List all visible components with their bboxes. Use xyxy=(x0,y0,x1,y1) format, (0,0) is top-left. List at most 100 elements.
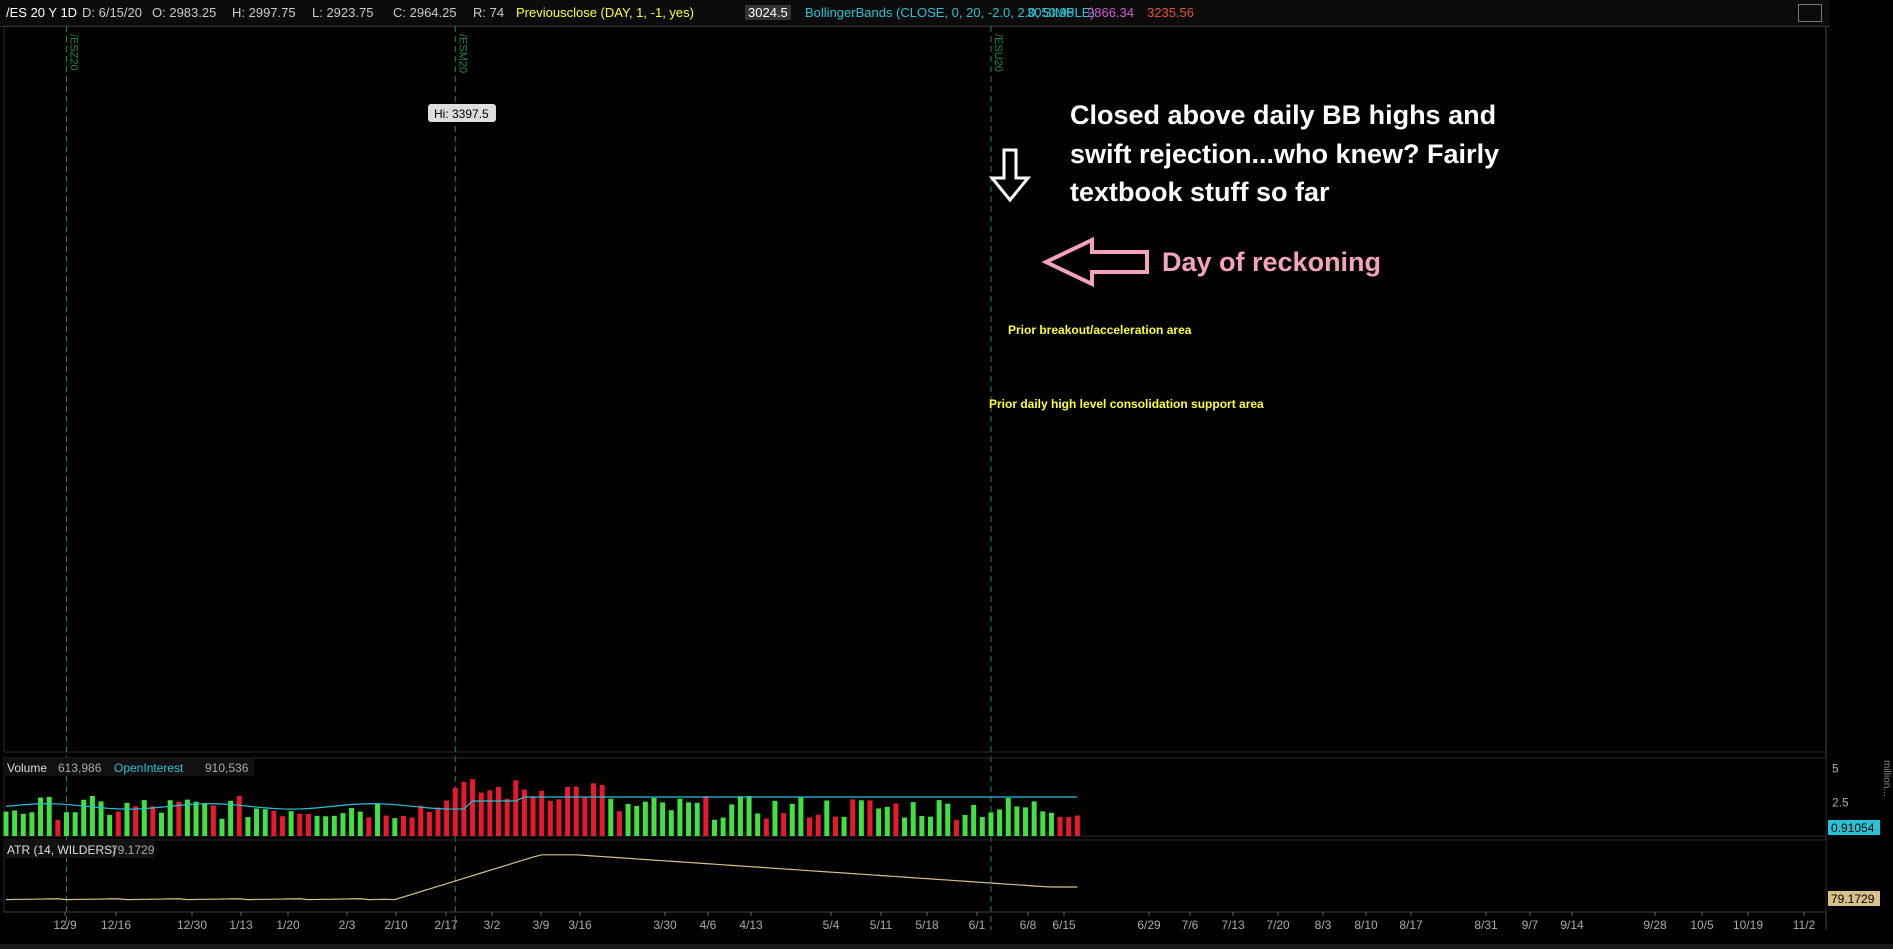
oi-label: OpenInterest xyxy=(114,761,184,775)
volume-bar xyxy=(815,814,821,836)
volume-bar xyxy=(383,815,389,836)
volume-bar xyxy=(1023,807,1029,836)
volume-bar xyxy=(737,796,743,836)
volume-bar xyxy=(858,800,864,836)
volume-bar xyxy=(634,805,640,836)
volume-bar xyxy=(807,817,813,836)
volume-bar xyxy=(314,815,320,836)
volume-bar xyxy=(400,815,406,836)
volume-bar xyxy=(478,792,484,836)
volume-bar xyxy=(686,802,692,836)
volume-bar xyxy=(487,790,493,836)
x-tick-label: 3/9 xyxy=(533,918,550,932)
volume-bar xyxy=(850,799,856,836)
volume-bar xyxy=(824,800,830,836)
volume-bar xyxy=(409,817,415,836)
oi-value: 910,536 xyxy=(205,761,249,775)
x-tick-label: 9/7 xyxy=(1522,918,1539,932)
price-chart[interactable]: 2100220023002400250026002700280029003000… xyxy=(0,0,1893,949)
volume-bar xyxy=(971,804,977,836)
volume-bar xyxy=(426,811,432,836)
volume-bar xyxy=(470,779,476,836)
price-pane-frame xyxy=(3,25,1827,753)
volume-bar xyxy=(1048,812,1054,836)
volume-bar xyxy=(141,800,147,836)
volume-bar xyxy=(435,807,441,836)
volume-bar xyxy=(20,813,26,836)
volume-bar xyxy=(1031,801,1037,836)
volume-bar xyxy=(98,801,104,836)
volume-bar xyxy=(159,812,165,836)
volume-bar xyxy=(547,800,553,836)
volume-bar xyxy=(29,812,35,836)
x-tick-label: 12/9 xyxy=(53,918,77,932)
volume-bar xyxy=(746,796,752,836)
volume-bar xyxy=(254,808,260,836)
volume-bar xyxy=(625,803,631,836)
volume-label: Volume xyxy=(7,761,47,775)
x-tick-label: 7/6 xyxy=(1182,918,1199,932)
x-tick-label: 4/13 xyxy=(739,918,763,932)
volume-bar xyxy=(392,818,398,836)
volume-bar xyxy=(124,802,130,836)
volume-bar xyxy=(513,780,519,836)
x-tick-label: 5/11 xyxy=(870,918,893,932)
volume-bar xyxy=(832,816,838,836)
atr-line xyxy=(5,854,1078,901)
volume-bar xyxy=(1074,815,1080,836)
x-tick-label: 12/30 xyxy=(177,918,207,932)
volume-bar xyxy=(245,817,251,836)
volume-bar xyxy=(107,814,113,836)
hi-label-text: Hi: 3397.5 xyxy=(434,107,489,121)
volume-bar xyxy=(651,797,657,836)
volume-bar xyxy=(219,818,225,836)
down-arrow-icon xyxy=(988,148,1032,203)
annotation-breakout-area: Prior breakout/acceleration area xyxy=(1008,323,1192,337)
volume-bar xyxy=(902,817,908,836)
volume-bar xyxy=(979,816,985,836)
atr-pane-frame xyxy=(3,839,1827,913)
volume-bar xyxy=(12,810,18,836)
x-tick-label: 6/29 xyxy=(1137,918,1161,932)
x-tick-label: 11/2 xyxy=(1793,918,1816,932)
x-tick-label: 8/3 xyxy=(1315,918,1332,932)
volume-bar xyxy=(452,787,458,836)
volume-bar xyxy=(193,801,199,836)
volume-bar xyxy=(962,814,968,836)
volume-y-tick: 2.5 xyxy=(1832,795,1849,809)
volume-bar xyxy=(305,813,311,836)
x-tick-label: 8/17 xyxy=(1399,918,1423,932)
volume-bar xyxy=(893,803,899,836)
volume-bar xyxy=(711,819,717,836)
volume-bar xyxy=(3,811,9,836)
h-scrollbar xyxy=(0,944,1893,949)
expiry-label: /ESM20 xyxy=(456,34,468,73)
volume-bar xyxy=(642,801,648,836)
x-tick-label: 3/2 xyxy=(484,918,501,932)
volume-bar xyxy=(1057,816,1063,836)
volume-bar xyxy=(772,800,778,836)
volume-value: 613,986 xyxy=(58,761,102,775)
volume-bar xyxy=(530,796,536,836)
volume-bar xyxy=(331,815,337,836)
x-tick-label: 7/13 xyxy=(1221,918,1245,932)
volume-bar xyxy=(988,812,994,836)
volume-bar xyxy=(1014,806,1020,836)
volume-bar xyxy=(262,809,268,836)
volume-bar xyxy=(781,813,787,836)
volume-bar xyxy=(919,815,925,836)
volume-bar xyxy=(176,801,182,836)
volume-bar xyxy=(444,800,450,836)
x-tick-label: 8/31 xyxy=(1474,918,1498,932)
volume-bar xyxy=(236,795,242,836)
volume-bar xyxy=(72,812,78,836)
volume-bar xyxy=(288,811,294,836)
volume-bar xyxy=(884,806,890,836)
x-tick-label: 5/18 xyxy=(915,918,939,932)
volume-bar xyxy=(228,800,234,836)
volume-bar xyxy=(953,819,959,836)
annotation-reckoning: Day of reckoning xyxy=(1162,247,1381,277)
x-tick-label: 10/19 xyxy=(1733,918,1763,932)
volume-bar xyxy=(375,803,381,836)
volume-bar xyxy=(910,802,916,836)
